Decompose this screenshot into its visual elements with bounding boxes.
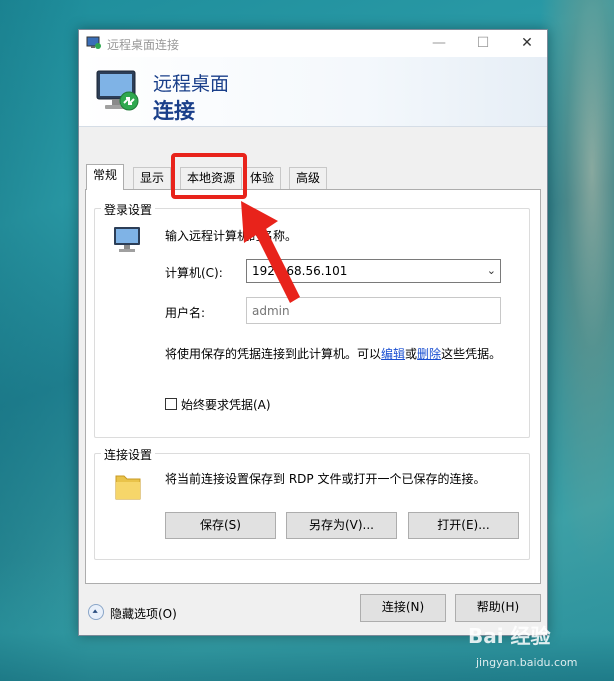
delete-credentials-link[interactable]: 删除 — [417, 347, 441, 361]
save-as-button[interactable]: 另存为(V)... — [286, 512, 397, 539]
red-arrow-icon — [241, 201, 300, 303]
hide-options-label[interactable]: 隐藏选项(O) — [110, 605, 177, 622]
maximize-button[interactable]: ☐ — [461, 30, 505, 57]
chevron-up-icon[interactable] — [89, 605, 103, 619]
connection-settings-group: 连接设置 将当前连接设置保存到 RDP 文件或打开一个已保存的连接。 保存(S)… — [94, 446, 530, 560]
banner-title-line1: 远程桌面 — [153, 73, 230, 95]
hide-options-toggle[interactable] — [88, 604, 104, 620]
credentials-note-prefix: 将使用保存的凭据连接到此计算机。可以 — [165, 347, 382, 361]
chevron-down-icon[interactable]: ⌄ — [487, 264, 496, 277]
banner-header: 远程桌面 连接 — [79, 57, 547, 127]
remote-desktop-window: 远程桌面连接 — ☐ ✕ 远程桌面 连接 常规 显示 本地资源 体验 高级 登录… — [78, 29, 548, 636]
close-button[interactable]: ✕ — [505, 30, 549, 57]
tab-experience[interactable]: 体验 — [243, 167, 282, 189]
credentials-note-or: 或 — [405, 347, 418, 361]
always-ask-checkbox[interactable] — [165, 398, 177, 410]
tab-advanced[interactable]: 高级 — [289, 167, 328, 189]
connection-settings-legend: 连接设置 — [101, 446, 156, 463]
folder-icon — [115, 475, 141, 500]
credentials-note-suffix: 这些凭据。 — [441, 347, 502, 361]
help-button[interactable]: 帮助(H) — [455, 594, 541, 622]
save-button[interactable]: 保存(S) — [165, 512, 276, 539]
minimize-button[interactable]: — — [417, 30, 461, 57]
connection-description: 将当前连接设置保存到 RDP 文件或打开一个已保存的连接。 — [165, 472, 486, 486]
baidu-watermark: Bai 经验 jingyan.baidu.com — [468, 620, 614, 680]
tab-display[interactable]: 显示 — [133, 167, 172, 189]
open-button[interactable]: 打开(E)... — [408, 512, 519, 539]
login-settings-legend: 登录设置 — [101, 201, 156, 218]
highlight-box — [171, 153, 247, 199]
credentials-note: 将使用保存的凭据连接到此计算机。可以编辑或删除这些凭据。 — [165, 345, 501, 362]
banner-title-line2: 连接 — [153, 99, 195, 123]
monitor-connection-icon — [96, 70, 139, 111]
connect-button[interactable]: 连接(N) — [360, 594, 446, 622]
watermark-url: jingyan.baidu.com — [476, 656, 578, 669]
title-bar[interactable]: 远程桌面连接 — ☐ ✕ — [79, 30, 547, 57]
username-label: 用户名: — [165, 306, 206, 320]
computer-label: 计算机(C): — [165, 266, 223, 280]
computer-icon — [114, 227, 140, 252]
login-settings-group: 登录设置 输入远程计算机的名称。 计算机(C): 192.168.56.101 … — [94, 201, 530, 438]
remote-desktop-app-icon — [86, 36, 101, 49]
window-title: 远程桌面连接 — [107, 38, 180, 52]
watermark-main: Bai 经验 — [468, 624, 551, 648]
edit-credentials-link[interactable]: 编辑 — [381, 347, 405, 361]
always-ask-label[interactable]: 始终要求凭据(A) — [181, 396, 271, 413]
tab-panel-general: 登录设置 输入远程计算机的名称。 计算机(C): 192.168.56.101 … — [85, 189, 541, 584]
tab-general[interactable]: 常规 — [86, 164, 125, 190]
